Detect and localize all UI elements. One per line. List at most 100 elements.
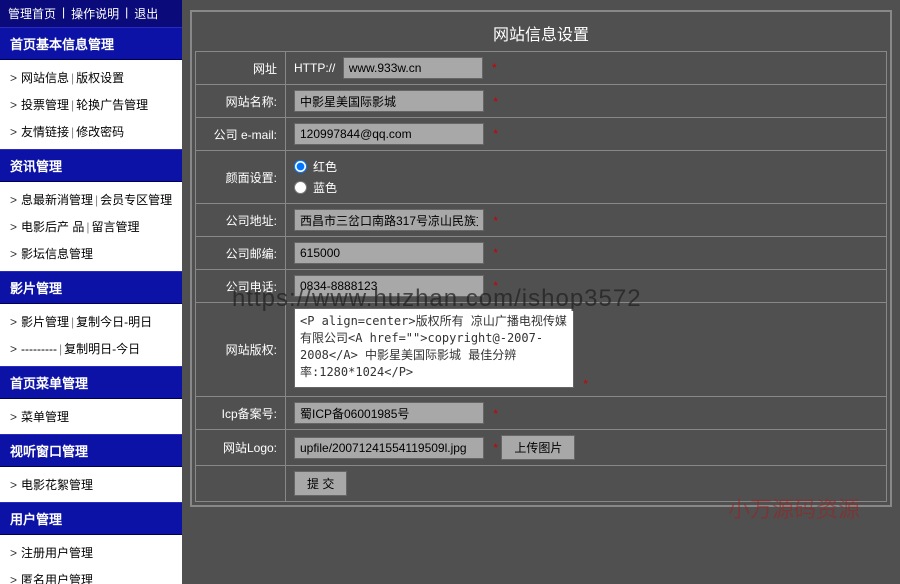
sidebar-item-label[interactable]: 影坛信息管理 — [21, 247, 93, 261]
sidebar-item[interactable]: >友情链接|修改密码 — [0, 118, 182, 145]
sidebar-item-label[interactable]: 电影花絮管理 — [21, 478, 93, 492]
sidebar-item-label[interactable]: 匿名用户管理 — [21, 573, 93, 584]
divider: | — [71, 98, 74, 112]
submit-button[interactable]: 提 交 — [294, 471, 347, 496]
arrow-icon: > — [10, 220, 17, 234]
required-mark: * — [493, 246, 498, 260]
theme-blue-radio[interactable] — [294, 181, 307, 194]
required-mark: * — [493, 214, 498, 228]
sidebar-item[interactable]: > 匿名用户管理 — [0, 566, 182, 584]
upload-button[interactable]: 上传图片 — [501, 435, 575, 460]
theme-blue-label: 蓝色 — [313, 179, 337, 196]
postal-input[interactable] — [294, 242, 484, 264]
phone-label: 公司电话: — [196, 270, 286, 303]
arrow-icon: > — [10, 125, 17, 139]
required-mark: * — [493, 95, 498, 109]
sidebar-item[interactable]: > 菜单管理 — [0, 403, 182, 430]
section-header[interactable]: 资讯管理 — [0, 149, 182, 182]
email-label: 公司 e-mail: — [196, 118, 286, 151]
form-table: 网址 HTTP:// * 网站名称: * 公司 e-mail: — [195, 51, 887, 502]
divider: | — [71, 315, 74, 329]
required-mark: * — [493, 279, 498, 293]
postal-label: 公司邮编: — [196, 237, 286, 270]
sidebar-item-label[interactable]: 版权设置 — [76, 71, 124, 85]
sidebar-item[interactable]: > 投票管理|轮换广告管理 — [0, 91, 182, 118]
section-header[interactable]: 影片管理 — [0, 271, 182, 304]
section-body: >影片管理|复制今日-明日>---------|复制明日-今日 — [0, 304, 182, 366]
section-header[interactable]: 首页菜单管理 — [0, 366, 182, 399]
name-input[interactable] — [294, 90, 484, 112]
top-nav: 管理首页 | 操作说明 | 退出 — [0, 0, 182, 27]
sidebar-item-label[interactable]: 菜单管理 — [21, 410, 69, 424]
address-label: 公司地址: — [196, 204, 286, 237]
copyright-textarea[interactable]: <P align=center>版权所有 凉山广播电视传媒有限公司<A href… — [294, 308, 574, 388]
sidebar-item-label[interactable]: 轮换广告管理 — [76, 98, 148, 112]
divider: | — [71, 71, 74, 85]
arrow-icon: > — [10, 478, 17, 492]
sidebar-item-label[interactable]: 复制明日-今日 — [64, 342, 140, 356]
arrow-icon: > — [10, 546, 17, 560]
copyright-label: 网站版权: — [196, 303, 286, 397]
theme-red-label: 红色 — [313, 158, 337, 175]
theme-label: 颜面设置: — [196, 151, 286, 204]
section-header[interactable]: 用户管理 — [0, 502, 182, 535]
divider: | — [59, 342, 62, 356]
main-content: 网站信息设置 网址 HTTP:// * 网站名称: * — [182, 0, 900, 584]
nav-sep: | — [62, 5, 65, 22]
sidebar-item[interactable]: > ---------|复制明日-今日 — [0, 335, 182, 362]
nav-exit[interactable]: 退出 — [134, 5, 158, 22]
address-input[interactable] — [294, 209, 484, 231]
section-header[interactable]: 视听窗口管理 — [0, 434, 182, 467]
name-label: 网站名称: — [196, 85, 286, 118]
nav-home[interactable]: 管理首页 — [8, 5, 56, 22]
sidebar-item-label[interactable]: 会员专区管理 — [100, 193, 172, 207]
sidebar-item-label[interactable]: 友情链接 — [21, 125, 69, 139]
section-body: >注册用户管理>匿名用户管理>后台用户管理>修改会员注册协议 — [0, 535, 182, 584]
sidebar-item-label[interactable]: 注册用户管理 — [21, 546, 93, 560]
sidebar-item-label[interactable]: 影片管理 — [21, 315, 69, 329]
arrow-icon: > — [10, 98, 17, 112]
sidebar-item-label[interactable]: 留言管理 — [91, 220, 139, 234]
sidebar-item-label[interactable]: 电影后产 品 — [21, 220, 84, 234]
section-header[interactable]: 首页基本信息管理 — [0, 27, 182, 60]
phone-input[interactable] — [294, 275, 484, 297]
theme-red-radio[interactable] — [294, 160, 307, 173]
arrow-icon: > — [10, 342, 17, 356]
http-prefix: HTTP:// — [294, 61, 335, 75]
sidebar-item-label[interactable]: 复制今日-明日 — [76, 315, 152, 329]
arrow-icon: > — [10, 71, 17, 85]
arrow-icon: > — [10, 573, 17, 584]
sidebar-item[interactable]: > 电影后产 品|留言管理 — [0, 213, 182, 240]
settings-panel: 网站信息设置 网址 HTTP:// * 网站名称: * — [190, 10, 892, 507]
sidebar-item-label[interactable]: 网站信息 — [21, 71, 69, 85]
sidebar-item[interactable]: >影坛信息管理 — [0, 240, 182, 267]
required-mark: * — [493, 127, 498, 141]
email-input[interactable] — [294, 123, 484, 145]
sidebar-item[interactable]: >息最新消管理|会员专区管理 — [0, 186, 182, 213]
sidebar-item-label[interactable]: --------- — [21, 342, 57, 356]
url-input[interactable] — [343, 57, 483, 79]
sidebar-item[interactable]: > 网站信息|版权设置 — [0, 64, 182, 91]
arrow-icon: > — [10, 410, 17, 424]
sidebar-item-label[interactable]: 投票管理 — [21, 98, 69, 112]
required-mark: * — [493, 441, 498, 455]
nav-sep: | — [125, 5, 128, 22]
divider: | — [86, 220, 89, 234]
section-body: > 电影花絮管理 — [0, 467, 182, 502]
required-mark: * — [583, 377, 588, 391]
logo-input[interactable] — [294, 437, 484, 459]
sidebar-item[interactable]: > 电影花絮管理 — [0, 471, 182, 498]
arrow-icon: > — [10, 315, 17, 329]
logo-label: 网站Logo: — [196, 430, 286, 466]
icp-input[interactable] — [294, 402, 484, 424]
arrow-icon: > — [10, 193, 17, 207]
nav-help[interactable]: 操作说明 — [71, 5, 119, 22]
sidebar-item[interactable]: > 注册用户管理 — [0, 539, 182, 566]
sidebar-item-label[interactable]: 息最新消管理 — [21, 193, 93, 207]
icp-label: Icp备案号: — [196, 397, 286, 430]
sidebar-item[interactable]: > 影片管理|复制今日-明日 — [0, 308, 182, 335]
section-body: >息最新消管理|会员专区管理>电影后产 品|留言管理>影坛信息管理 — [0, 182, 182, 271]
sidebar-item-label[interactable]: 修改密码 — [76, 125, 124, 139]
section-body: > 菜单管理 — [0, 399, 182, 434]
section-body: >网站信息|版权设置>投票管理|轮换广告管理>友情链接|修改密码 — [0, 60, 182, 149]
